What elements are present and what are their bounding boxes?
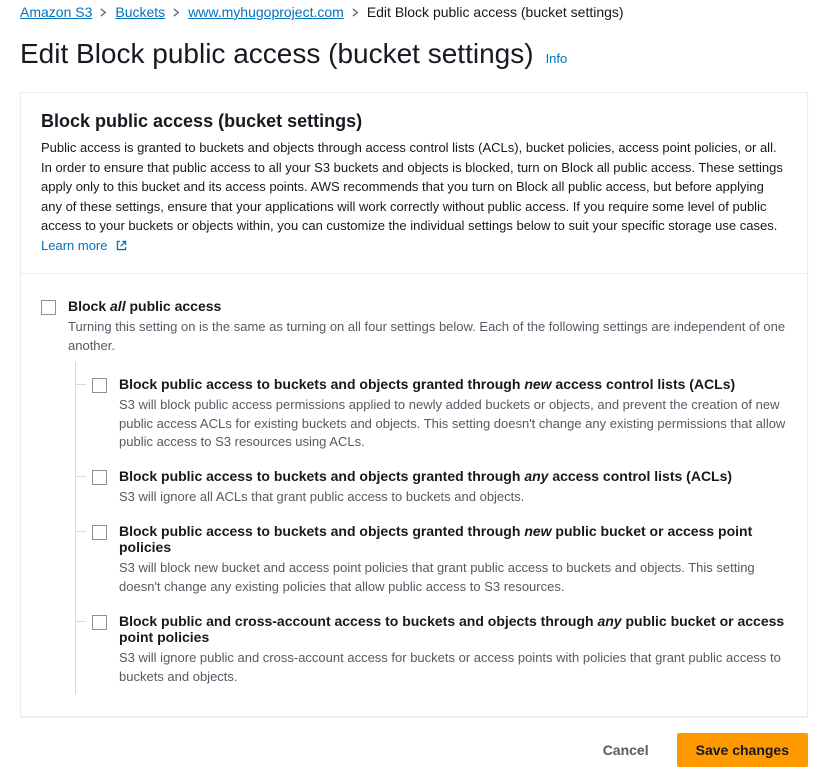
chevron-right-icon bbox=[99, 8, 108, 17]
chevron-right-icon bbox=[351, 8, 360, 17]
footer-actions: Cancel Save changes bbox=[0, 717, 828, 767]
checkbox-any-policies[interactable] bbox=[92, 615, 107, 630]
panel-description: Public access is granted to buckets and … bbox=[41, 138, 787, 257]
option-desc: Turning this setting on is the same as t… bbox=[68, 318, 787, 356]
option-desc: S3 will block new bucket and access poin… bbox=[119, 559, 787, 597]
external-link-icon bbox=[115, 238, 128, 258]
child-options: Block public access to buckets and objec… bbox=[75, 362, 787, 695]
panel-title: Block public access (bucket settings) bbox=[41, 111, 787, 132]
page-heading: Edit Block public access (bucket setting… bbox=[0, 28, 828, 92]
panel-header: Block public access (bucket settings) Pu… bbox=[21, 93, 807, 274]
learn-more-link[interactable]: Learn more bbox=[41, 238, 128, 253]
save-button[interactable]: Save changes bbox=[677, 733, 808, 767]
chevron-right-icon bbox=[172, 8, 181, 17]
info-link[interactable]: Info bbox=[546, 51, 568, 66]
breadcrumb: Amazon S3 Buckets www.myhugoproject.com … bbox=[0, 0, 828, 28]
options-area: Block all public access Turning this set… bbox=[21, 274, 807, 716]
option-desc: S3 will ignore all ACLs that grant publi… bbox=[119, 488, 787, 507]
breadcrumb-link-bucket-name[interactable]: www.myhugoproject.com bbox=[188, 4, 344, 20]
settings-panel: Block public access (bucket settings) Pu… bbox=[20, 92, 808, 717]
checkbox-new-policies[interactable] bbox=[92, 525, 107, 540]
option-new-policies: Block public access to buckets and objec… bbox=[76, 515, 787, 605]
checkbox-any-acls[interactable] bbox=[92, 470, 107, 485]
checkbox-block-all[interactable] bbox=[41, 300, 56, 315]
page-title: Edit Block public access (bucket setting… bbox=[20, 38, 534, 70]
option-desc: S3 will block public access permissions … bbox=[119, 396, 787, 453]
option-title: Block public access to buckets and objec… bbox=[119, 523, 787, 555]
option-title: Block public and cross-account access to… bbox=[119, 613, 787, 645]
option-title: Block public access to buckets and objec… bbox=[119, 376, 787, 392]
breadcrumb-link-s3[interactable]: Amazon S3 bbox=[20, 4, 92, 20]
option-title: Block public access to buckets and objec… bbox=[119, 468, 787, 484]
cancel-button[interactable]: Cancel bbox=[585, 733, 667, 767]
breadcrumb-link-buckets[interactable]: Buckets bbox=[115, 4, 165, 20]
option-new-acls: Block public access to buckets and objec… bbox=[76, 368, 787, 461]
option-title: Block all public access bbox=[68, 298, 787, 314]
option-any-policies: Block public and cross-account access to… bbox=[76, 605, 787, 695]
option-block-all: Block all public access Turning this set… bbox=[41, 298, 787, 694]
option-any-acls: Block public access to buckets and objec… bbox=[76, 460, 787, 515]
option-desc: S3 will ignore public and cross-account … bbox=[119, 649, 787, 687]
breadcrumb-current: Edit Block public access (bucket setting… bbox=[367, 4, 624, 20]
checkbox-new-acls[interactable] bbox=[92, 378, 107, 393]
